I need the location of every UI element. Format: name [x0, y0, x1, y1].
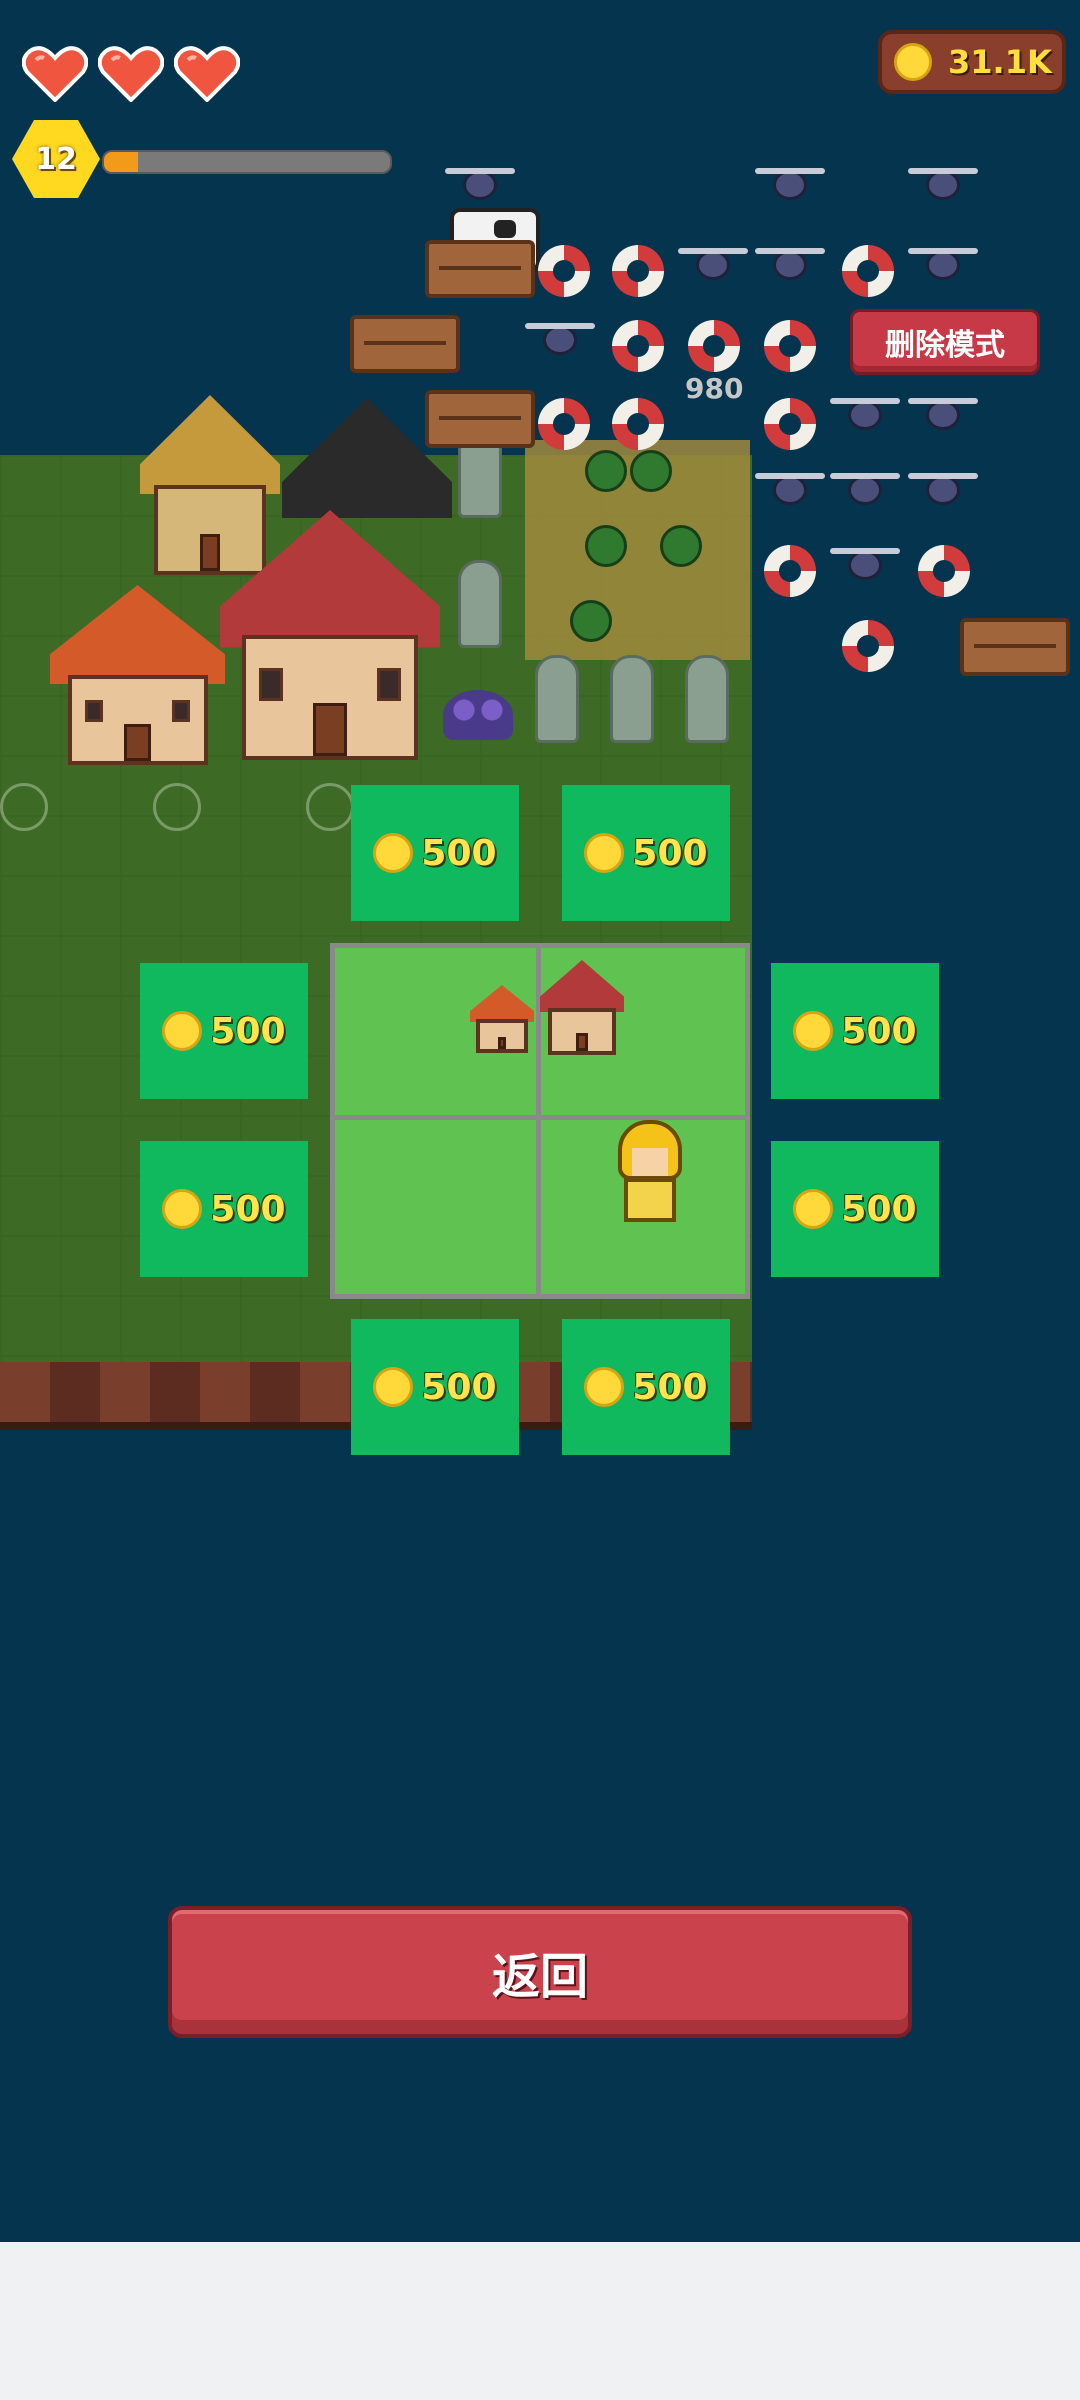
delete-mode-button[interactable]: 删除模式 — [850, 309, 1040, 375]
drone-sprite[interactable] — [908, 240, 978, 286]
drone-sprite[interactable] — [830, 540, 900, 586]
tile-price: 500 — [210, 1010, 286, 1052]
expand-tile-bottom-left[interactable]: 500 — [351, 1319, 519, 1455]
expand-tile-bottom-right[interactable]: 500 — [562, 1319, 730, 1455]
life-ring[interactable] — [612, 398, 664, 450]
life-ring[interactable] — [538, 245, 590, 297]
tile-price: 500 — [210, 1188, 286, 1230]
drone-sprite[interactable] — [755, 160, 825, 206]
life-ring[interactable] — [764, 545, 816, 597]
player-character[interactable] — [612, 1120, 688, 1230]
drone-sprite[interactable] — [755, 465, 825, 511]
stone-statue[interactable] — [610, 655, 654, 743]
game-scene[interactable]: 980 500 500 500 500 500 500 500 500 12 3… — [0, 0, 1080, 2242]
expand-tile-left-lower[interactable]: 500 — [140, 1141, 308, 1277]
coin-icon — [793, 1011, 834, 1051]
coin-icon — [584, 833, 625, 873]
back-button[interactable]: 返回 — [168, 1906, 912, 2038]
drone-sprite[interactable] — [445, 160, 515, 206]
life-ring[interactable] — [612, 245, 664, 297]
farmhouse-icon[interactable] — [540, 960, 624, 1055]
coin-icon — [584, 1367, 625, 1407]
crop-plant — [585, 525, 627, 567]
xp-progress-fill — [104, 152, 139, 172]
drone-sprite[interactable] — [908, 390, 978, 436]
coin-icon — [373, 833, 414, 873]
wooden-raft[interactable] — [960, 618, 1070, 676]
path-marker — [306, 783, 354, 831]
coin-amount: 31.1K — [948, 43, 1052, 81]
tile-price: 500 — [632, 1366, 708, 1408]
level-badge: 12 — [12, 120, 100, 198]
coin-balance[interactable]: 31.1K — [878, 30, 1066, 94]
tile-price: 500 — [421, 832, 497, 874]
path-marker — [153, 783, 201, 831]
life-ring[interactable] — [688, 320, 740, 372]
tile-price: 500 — [841, 1010, 917, 1052]
drone-sprite[interactable] — [755, 240, 825, 286]
path-marker — [0, 783, 48, 831]
stone-statue[interactable] — [535, 655, 579, 743]
wooden-raft[interactable] — [350, 315, 460, 373]
crop-plant — [630, 450, 672, 492]
life-ring[interactable] — [918, 545, 970, 597]
xp-progress-bar — [102, 150, 392, 174]
expand-tile-top-left[interactable]: 500 — [351, 785, 519, 921]
coin-icon — [373, 1367, 414, 1407]
heart-icon — [22, 44, 88, 104]
stone-statue[interactable] — [458, 560, 502, 648]
tile-price: 500 — [632, 832, 708, 874]
heart-icon — [98, 44, 164, 104]
crop-plant — [570, 600, 612, 642]
expand-tile-right-upper[interactable]: 500 — [771, 963, 939, 1099]
stone-statue[interactable] — [685, 655, 729, 743]
expand-tile-top-right[interactable]: 500 — [562, 785, 730, 921]
small-house-icon[interactable] — [470, 985, 534, 1053]
drone-sprite[interactable] — [525, 315, 595, 361]
drone-sprite[interactable] — [908, 160, 978, 206]
red-house-small[interactable] — [50, 585, 225, 765]
crop-plant — [660, 525, 702, 567]
tile-price: 500 — [421, 1366, 497, 1408]
drone-sprite[interactable] — [678, 240, 748, 286]
life-ring[interactable] — [612, 320, 664, 372]
coin-icon — [162, 1189, 203, 1229]
coin-icon — [162, 1011, 203, 1051]
lavender-bush[interactable] — [443, 690, 513, 740]
crop-plant — [585, 450, 627, 492]
drone-sprite[interactable] — [830, 390, 900, 436]
life-ring[interactable] — [842, 245, 894, 297]
life-ring[interactable] — [764, 398, 816, 450]
life-ring[interactable] — [538, 398, 590, 450]
expand-tile-left-upper[interactable]: 500 — [140, 963, 308, 1099]
life-ring[interactable] — [764, 320, 816, 372]
expand-tile-right-lower[interactable]: 500 — [771, 1141, 939, 1277]
drone-sprite[interactable] — [908, 465, 978, 511]
wooden-raft[interactable] — [425, 390, 535, 448]
item-counter-label: 980 — [685, 372, 744, 405]
tile-price: 500 — [841, 1188, 917, 1230]
farmhouse-main[interactable] — [220, 510, 440, 760]
wooden-raft[interactable] — [425, 240, 535, 298]
health-hearts — [22, 44, 240, 104]
drone-sprite[interactable] — [830, 465, 900, 511]
heart-icon — [174, 44, 240, 104]
life-ring[interactable] — [842, 620, 894, 672]
coin-icon — [793, 1189, 834, 1229]
coin-icon — [894, 43, 932, 81]
system-bottom-area — [0, 2242, 1080, 2400]
